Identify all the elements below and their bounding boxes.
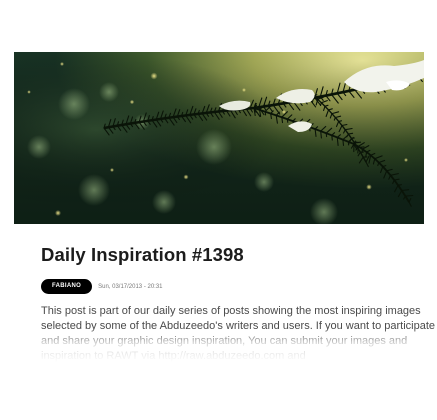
author-badge[interactable]: FABIANO — [41, 279, 93, 294]
pine-needle — [342, 139, 345, 146]
post-date: Sun, 03/17/2013 - 20:31 — [98, 283, 163, 290]
pine-needle — [347, 132, 354, 135]
pine-branch-photo — [14, 52, 424, 224]
pine-needle — [270, 112, 272, 120]
post-title[interactable]: Daily Inspiration #1398 — [41, 244, 244, 266]
pine-needle — [404, 194, 414, 197]
post-excerpt: This post is part of our daily series of… — [41, 305, 436, 362]
pine-needle — [356, 146, 365, 149]
pine-needle — [264, 111, 267, 116]
pine-needle — [320, 130, 322, 139]
pine-needle — [353, 141, 362, 144]
post-hero-image[interactable] — [14, 52, 424, 224]
pine-needle — [281, 116, 284, 124]
pine-needle — [286, 118, 289, 123]
post-meta: FABIANO Sun, 03/17/2013 - 20:31 — [41, 279, 163, 294]
pine-needle — [331, 134, 333, 141]
